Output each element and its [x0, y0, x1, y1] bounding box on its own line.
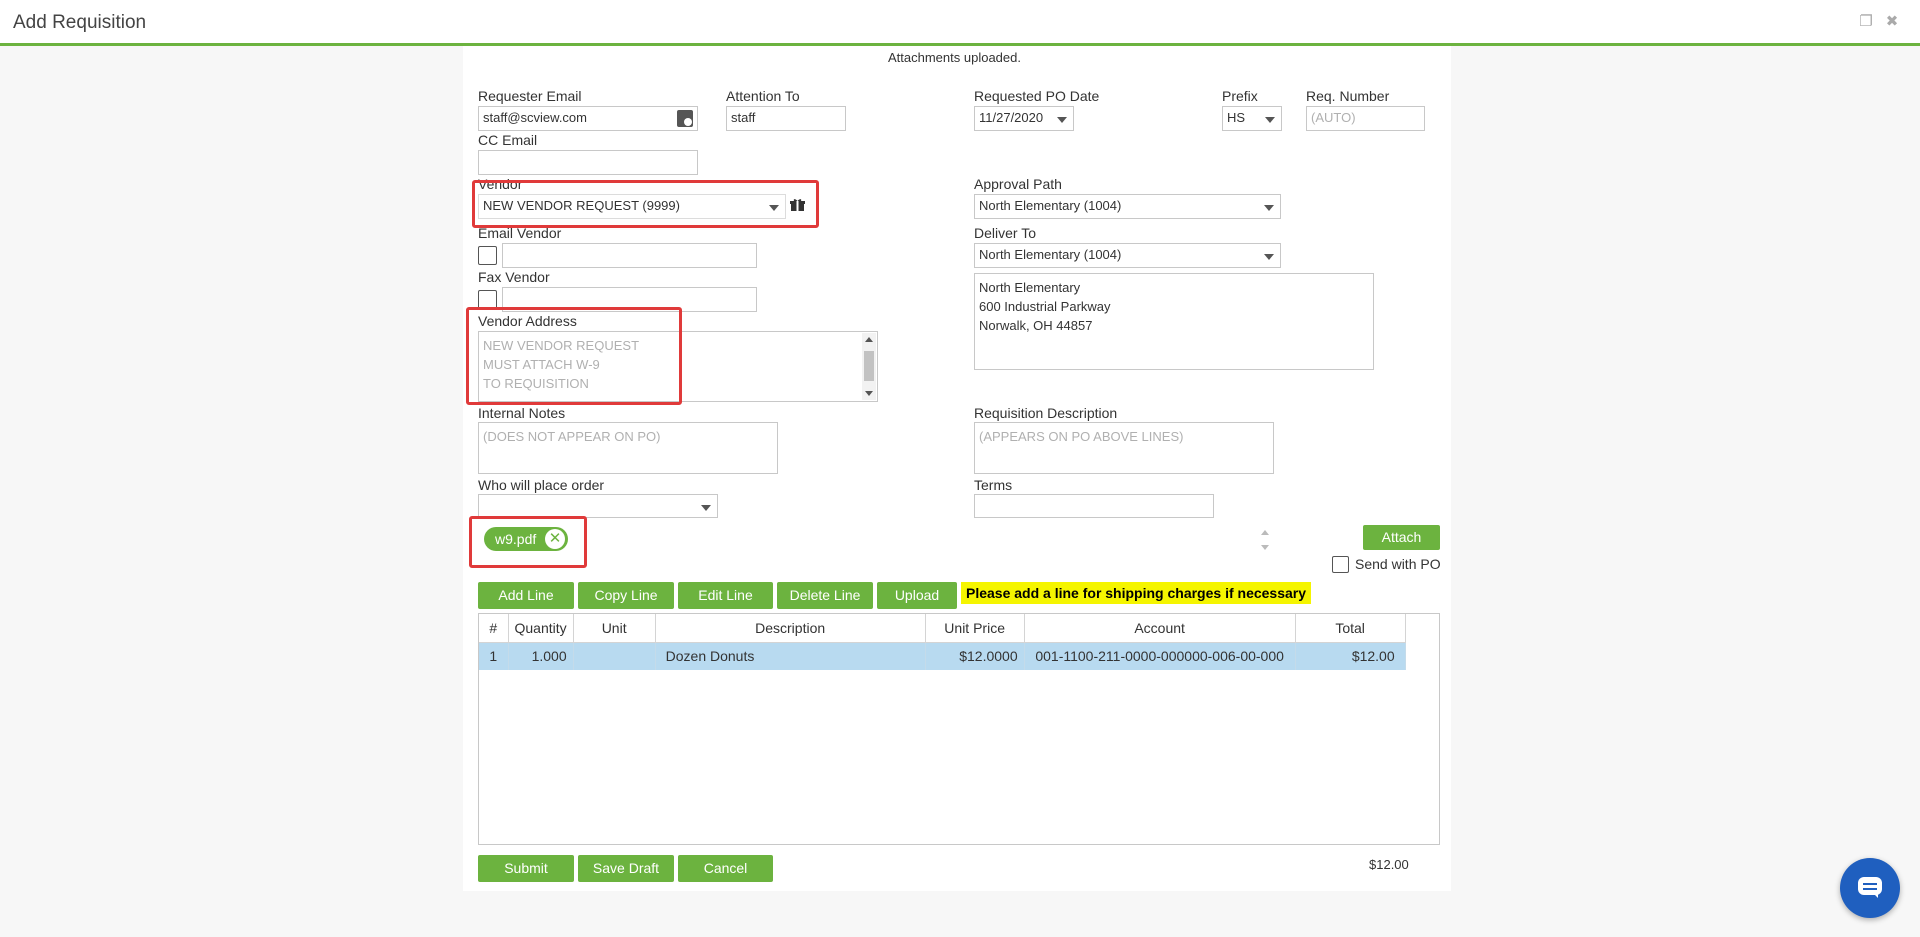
deliver-address-line2: 600 Industrial Parkway [979, 299, 1111, 314]
terms-label: Terms [974, 477, 1013, 493]
col-unit-price-header[interactable]: Unit Price [925, 614, 1025, 643]
cell-number: 1 [479, 642, 509, 670]
cell-total: $12.00 [1295, 642, 1406, 670]
lines-table: # Quantity Unit Description Unit Price A… [479, 614, 1406, 670]
deliver-to-label: Deliver To [974, 225, 1036, 241]
requester-email-field[interactable]: staff@scview.com [478, 106, 698, 131]
cc-email-label: CC Email [478, 132, 538, 148]
email-vendor-checkbox[interactable] [478, 246, 497, 265]
cell-account: 001-1100-211-0000-000000-006-00-000 [1024, 642, 1296, 670]
email-vendor-field[interactable] [502, 243, 757, 268]
add-line-button[interactable]: Add Line [478, 582, 574, 609]
cell-description: Dozen Donuts [655, 642, 926, 670]
window-title: Add Requisition [13, 12, 147, 33]
requested-po-date-select[interactable]: 11/27/2020 [974, 106, 1074, 131]
address-book-icon[interactable] [677, 110, 693, 127]
approval-path-select[interactable]: North Elementary (1004) [974, 194, 1281, 219]
internal-notes-label: Internal Notes [478, 405, 566, 421]
chat-icon [1858, 877, 1882, 895]
attachment-highlight [469, 516, 587, 568]
requester-email-value: staff@scview.com [483, 110, 587, 125]
deliver-to-select[interactable]: North Elementary (1004) [974, 243, 1281, 268]
restore-window-icon[interactable]: ❐ [1857, 13, 1875, 31]
col-description-header[interactable]: Description [655, 614, 926, 643]
title-bar: Add Requisition ❐ ✖ [0, 0, 1920, 46]
cell-unit [573, 642, 656, 670]
requisition-description-field[interactable]: (APPEARS ON PO ABOVE LINES) [974, 422, 1274, 474]
deliver-address-box: North Elementary 600 Industrial Parkway … [974, 273, 1374, 370]
status-message: Attachments uploaded. [888, 50, 1021, 65]
shipping-notice: Please add a line for shipping charges i… [961, 582, 1312, 604]
cell-quantity: 1.000 [508, 642, 574, 670]
col-total-header[interactable]: Total [1295, 614, 1406, 643]
prefix-label: Prefix [1222, 88, 1258, 104]
edit-line-button[interactable]: Edit Line [678, 582, 773, 609]
prefix-select[interactable]: HS [1222, 106, 1282, 131]
deliver-address-line3: Norwalk, OH 44857 [979, 318, 1093, 333]
grand-total: $12.00 [1369, 857, 1409, 872]
attention-to-label: Attention To [726, 88, 800, 104]
approval-path-label: Approval Path [974, 176, 1062, 192]
req-number-label: Req. Number [1306, 88, 1390, 104]
requisition-description-label: Requisition Description [974, 405, 1118, 421]
requested-po-date-label: Requested PO Date [974, 88, 1100, 104]
lines-header-row: # Quantity Unit Description Unit Price A… [479, 614, 1406, 643]
chat-button[interactable] [1840, 858, 1900, 918]
col-unit-header[interactable]: Unit [573, 614, 656, 643]
attention-to-field[interactable]: staff [726, 106, 846, 131]
requester-email-label: Requester Email [478, 88, 582, 104]
send-with-po-label: Send with PO [1355, 556, 1441, 572]
vendor-address-scrollbar[interactable] [862, 333, 876, 400]
col-account-header[interactable]: Account [1024, 614, 1296, 643]
col-quantity-header[interactable]: Quantity [508, 614, 574, 643]
copy-line-button[interactable]: Copy Line [578, 582, 674, 609]
col-number-header[interactable]: # [479, 614, 509, 643]
submit-button[interactable]: Submit [478, 855, 574, 882]
delete-line-button[interactable]: Delete Line [777, 582, 873, 609]
lines-grid: # Quantity Unit Description Unit Price A… [478, 613, 1440, 845]
scroll-arrows[interactable] [1258, 526, 1272, 556]
table-row[interactable]: 1 1.000 Dozen Donuts $12.0000 001-1100-2… [479, 642, 1406, 670]
cancel-button[interactable]: Cancel [678, 855, 773, 882]
req-number-field[interactable]: (AUTO) [1306, 106, 1425, 131]
cc-email-field[interactable] [478, 150, 698, 175]
vendor-address-highlight [466, 307, 682, 405]
who-will-place-order-label: Who will place order [478, 477, 605, 493]
who-will-place-order-select[interactable] [478, 494, 718, 518]
upload-button[interactable]: Upload [877, 582, 957, 609]
vendor-highlight [472, 180, 819, 228]
attach-button[interactable]: Attach [1363, 525, 1440, 550]
send-with-po-checkbox[interactable] [1332, 556, 1349, 573]
internal-notes-field[interactable]: (DOES NOT APPEAR ON PO) [478, 422, 778, 474]
close-icon[interactable]: ✖ [1883, 13, 1901, 31]
email-vendor-label: Email Vendor [478, 225, 562, 241]
terms-field[interactable] [974, 494, 1214, 518]
cell-unit-price: $12.0000 [925, 642, 1025, 670]
save-draft-button[interactable]: Save Draft [578, 855, 674, 882]
fax-vendor-label: Fax Vendor [478, 269, 550, 285]
deliver-address-line1: North Elementary [979, 280, 1081, 295]
